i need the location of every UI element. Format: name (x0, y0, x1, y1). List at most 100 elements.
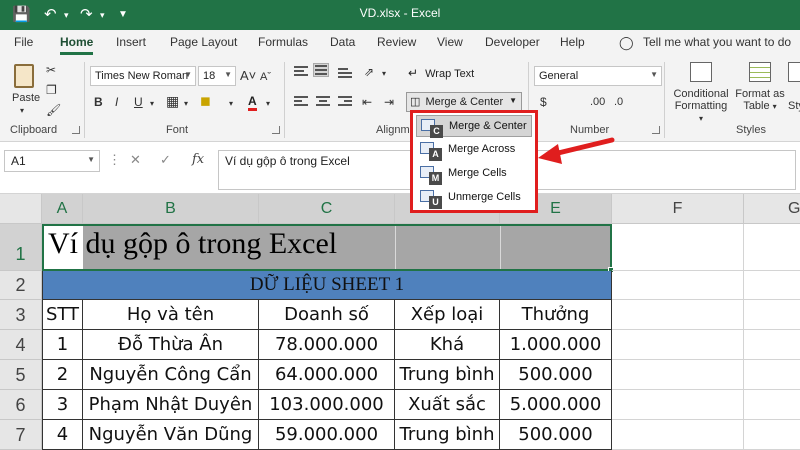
cell-g4[interactable] (744, 330, 800, 360)
chevron-down-icon[interactable]: ▾ (184, 96, 188, 112)
italic-icon[interactable]: I (115, 94, 118, 110)
font-launcher-icon[interactable] (272, 126, 280, 134)
table-cell[interactable]: Nguyễn Văn Dũng (83, 420, 259, 450)
tab-formulas[interactable]: Formulas (258, 35, 308, 49)
decrease-decimal-icon[interactable]: .00 (590, 94, 605, 110)
tab-insert[interactable]: Insert (116, 35, 146, 49)
align-left-icon[interactable] (294, 96, 308, 108)
table-header-rank[interactable]: Xếp loại (395, 300, 500, 330)
table-cell[interactable]: Khá (395, 330, 500, 360)
increase-decimal-icon[interactable]: .0 (614, 94, 623, 110)
align-center-icon[interactable] (316, 96, 330, 108)
underline-icon[interactable]: U (134, 94, 143, 110)
bottom-align-icon[interactable] (338, 68, 352, 80)
tab-page-layout[interactable]: Page Layout (170, 35, 237, 49)
chevron-down-icon[interactable]: ▾ (150, 96, 154, 112)
table-header-sales[interactable]: Doanh số (259, 300, 395, 330)
menu-item-merge-cells[interactable]: M Merge Cells (416, 163, 532, 185)
table-header-bonus[interactable]: Thưởng (500, 300, 612, 330)
row-header-3[interactable]: 3 (0, 300, 42, 330)
merge-center-button[interactable]: ◫ Merge & Center ▼ (406, 92, 522, 112)
table-cell[interactable]: 78.000.000 (259, 330, 395, 360)
paste-button[interactable]: Paste ▾ (10, 62, 40, 115)
decrease-indent-icon[interactable]: ⇤ (362, 94, 372, 110)
increase-indent-icon[interactable]: ⇥ (384, 94, 394, 110)
copy-icon[interactable]: ❐ (46, 82, 57, 98)
number-launcher-icon[interactable] (652, 126, 660, 134)
column-header-g[interactable]: G (744, 194, 800, 224)
table-cell[interactable]: 4 (42, 420, 83, 450)
enter-icon[interactable]: ✓ (160, 152, 171, 168)
table-cell[interactable]: Phạm Nhật Duyên (83, 390, 259, 420)
cell-f5[interactable] (612, 360, 744, 390)
cell-g6[interactable] (744, 390, 800, 420)
number-format-select[interactable]: General ▼ (534, 66, 662, 86)
table-cell[interactable]: 2 (42, 360, 83, 390)
table-cell[interactable]: 500.000 (500, 420, 612, 450)
increase-font-icon[interactable]: A˅ (240, 68, 256, 84)
orientation-icon[interactable]: ⇗ (364, 64, 374, 80)
column-header-b[interactable]: B (83, 194, 259, 224)
row-header-7[interactable]: 7 (0, 420, 42, 450)
tab-home[interactable]: Home (60, 35, 94, 55)
table-cell[interactable]: Xuất sắc (395, 390, 500, 420)
fill-color-icon[interactable]: ◼ (200, 93, 211, 109)
cell-styles-button[interactable]: Sty (788, 62, 800, 122)
table-cell[interactable]: 5.000.000 (500, 390, 612, 420)
column-header-f[interactable]: F (612, 194, 744, 224)
row-header-2[interactable]: 2 (0, 271, 42, 300)
cell-g7[interactable] (744, 420, 800, 450)
table-cell[interactable]: 103.000.000 (259, 390, 395, 420)
wrap-text-button[interactable]: ↵ Wrap Text (408, 66, 474, 80)
clipboard-launcher-icon[interactable] (72, 126, 80, 134)
column-header-c[interactable]: C (259, 194, 395, 224)
chevron-down-icon[interactable]: ▾ (266, 96, 270, 112)
table-cell[interactable]: 59.000.000 (259, 420, 395, 450)
merged-header-band[interactable]: DỮ LIỆU SHEET 1 (42, 271, 612, 300)
cell-g3[interactable] (744, 300, 800, 330)
align-right-icon[interactable] (338, 96, 352, 108)
selected-range-a1-e1[interactable]: Ví dụ gộp ô trong Excel (42, 224, 614, 273)
chevron-down-icon[interactable]: ▾ (382, 66, 386, 82)
cell-g2[interactable] (744, 271, 800, 300)
tab-data[interactable]: Data (330, 35, 355, 49)
column-header-a[interactable]: A (42, 194, 83, 224)
table-header-stt[interactable]: STT (42, 300, 83, 330)
table-cell[interactable]: 64.000.000 (259, 360, 395, 390)
row-header-4[interactable]: 4 (0, 330, 42, 360)
menu-item-unmerge-cells[interactable]: U Unmerge Cells (416, 187, 532, 209)
table-cell[interactable]: 1 (42, 330, 83, 360)
menu-item-merge-center[interactable]: C Merge & Center (416, 115, 532, 138)
insert-function-icon[interactable]: fx (192, 152, 204, 167)
table-cell[interactable]: Trung bình (395, 360, 500, 390)
row-header-5[interactable]: 5 (0, 360, 42, 390)
table-cell[interactable]: Đỗ Thừa Ân (83, 330, 259, 360)
tab-help[interactable]: Help (560, 35, 585, 49)
tab-developer[interactable]: Developer (485, 35, 540, 49)
tab-file[interactable]: File (14, 35, 33, 49)
font-color-icon[interactable]: A (248, 93, 257, 111)
middle-align-icon[interactable] (313, 63, 329, 77)
cell-g5[interactable] (744, 360, 800, 390)
table-header-name[interactable]: Họ và tên (83, 300, 259, 330)
conditional-formatting-button[interactable]: Conditional Formatting ▾ (672, 62, 730, 123)
font-size-select[interactable]: 18 ▼ (198, 66, 236, 86)
cell-g1[interactable] (744, 224, 800, 271)
cell-f3[interactable] (612, 300, 744, 330)
menu-item-merge-across[interactable]: A Merge Across (416, 139, 532, 161)
cell-f6[interactable] (612, 390, 744, 420)
row-header-6[interactable]: 6 (0, 390, 42, 420)
cell-f1[interactable] (612, 224, 744, 271)
format-painter-icon[interactable]: 🖌 (46, 102, 61, 118)
accounting-format-icon[interactable]: $ (540, 94, 547, 110)
top-align-icon[interactable] (294, 66, 308, 78)
table-cell[interactable]: Trung bình (395, 420, 500, 450)
borders-icon[interactable]: ▦ (166, 93, 179, 109)
name-box[interactable]: A1 ▼ (4, 150, 100, 172)
cell-f7[interactable] (612, 420, 744, 450)
format-as-table-button[interactable]: Format as Table ▾ (734, 62, 786, 122)
table-cell[interactable]: 1.000.000 (500, 330, 612, 360)
row-header-1[interactable]: 1 (0, 224, 42, 271)
font-name-select[interactable]: Times New Roman ▼ (90, 66, 196, 86)
cancel-icon[interactable]: ✕ (130, 152, 141, 168)
